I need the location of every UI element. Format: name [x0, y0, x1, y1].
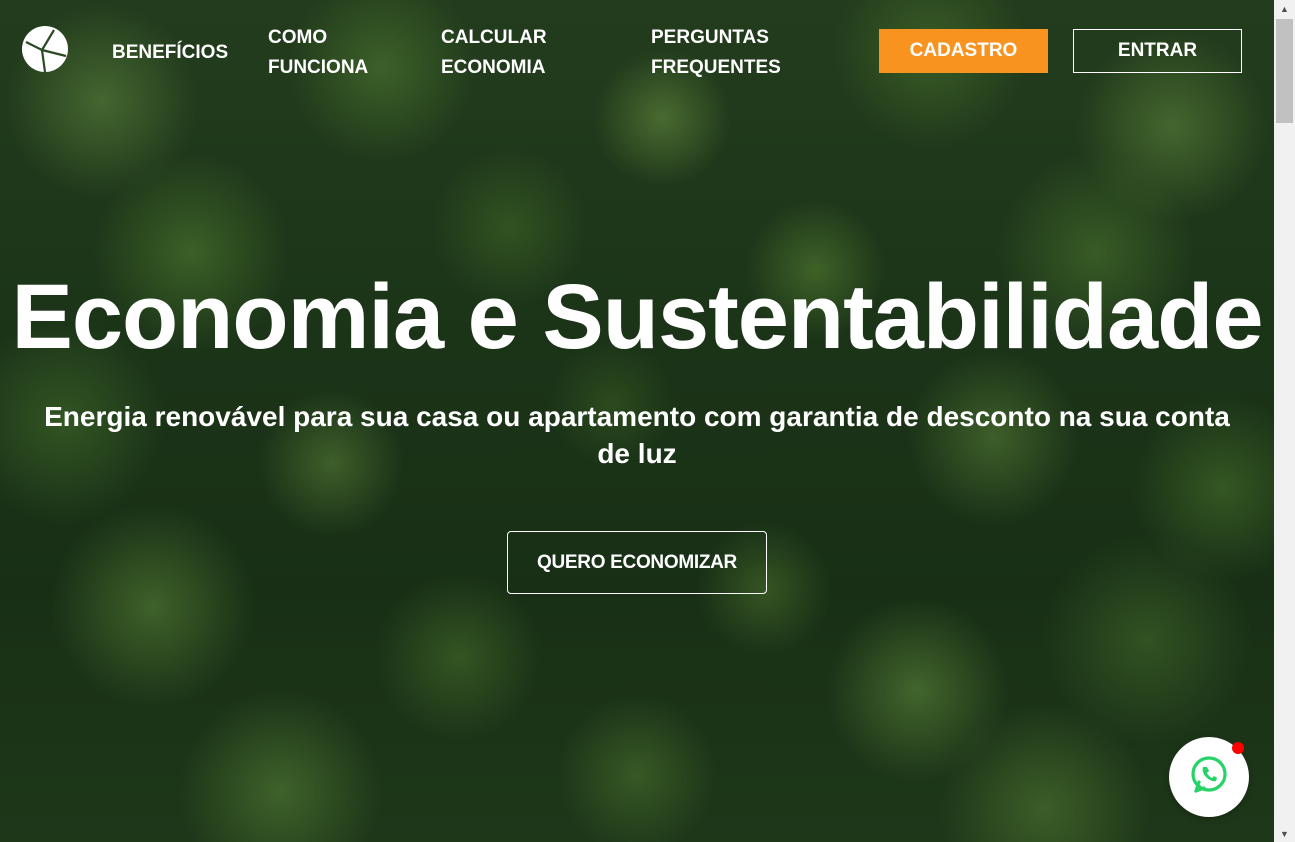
nav-beneficios-label: BENEFÍCIOS: [112, 42, 229, 63]
nav-beneficios[interactable]: BENEFÍCIOS: [112, 38, 228, 68]
scroll-down-arrow-icon[interactable]: ▼: [1274, 825, 1295, 842]
entrar-button[interactable]: ENTRAR: [1073, 29, 1242, 73]
page-scrollbar[interactable]: ▲ ▼: [1274, 0, 1295, 842]
site-header: BENEFÍCIOS COMO FUNCIONA CALCULAR ECONOM…: [0, 0, 1274, 100]
nav-perguntas-line2: FREQUENTES: [651, 57, 781, 78]
nav-como-funciona-line2: FUNCIONA: [268, 57, 369, 78]
notification-badge: [1232, 742, 1244, 754]
scroll-up-arrow-icon[interactable]: ▲: [1274, 0, 1295, 17]
nav-perguntas-line1: PERGUNTAS: [651, 27, 769, 48]
hero-title: Economia e Sustentabilidade: [11, 266, 1263, 368]
entrar-button-label: ENTRAR: [1117, 40, 1198, 61]
nav-calcular-economia[interactable]: CALCULAR ECONOMIA: [441, 23, 591, 83]
leaf-logo-icon[interactable]: [22, 26, 68, 73]
cadastro-button-label: CADASTRO: [909, 40, 1018, 61]
whatsapp-icon: [1187, 753, 1231, 802]
cadastro-button[interactable]: CADASTRO: [879, 29, 1048, 73]
nav-como-funciona-line1: COMO: [268, 27, 328, 48]
nav-calcular-line1: CALCULAR: [441, 27, 547, 48]
quero-economizar-button[interactable]: QUERO ECONOMIZAR: [507, 531, 767, 594]
scrollbar-thumb[interactable]: [1276, 19, 1293, 123]
nav-calcular-line2: ECONOMIA: [441, 57, 546, 78]
nav-como-funciona[interactable]: COMO FUNCIONA: [268, 23, 398, 83]
quero-economizar-label: QUERO ECONOMIZAR: [537, 551, 737, 573]
nav-perguntas-frequentes[interactable]: PERGUNTAS FREQUENTES: [651, 23, 811, 83]
hero-subtitle: Energia renovável para sua casa ou apart…: [44, 401, 1230, 469]
